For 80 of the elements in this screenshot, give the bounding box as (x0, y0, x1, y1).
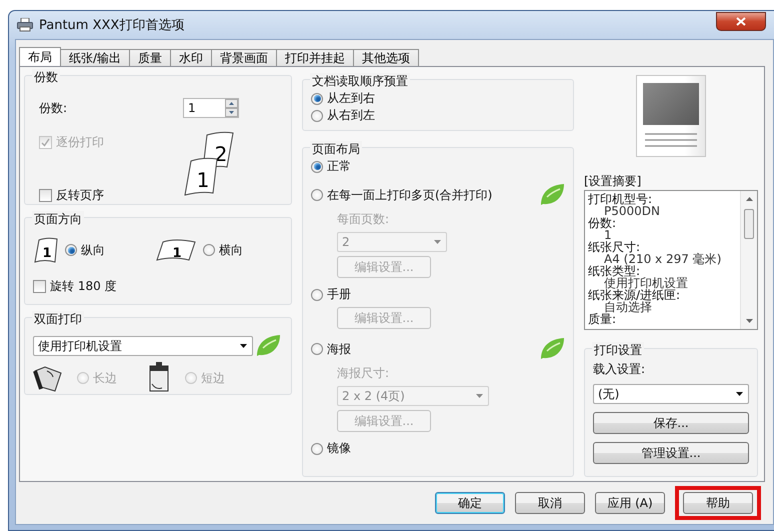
radio-circle[interactable] (311, 343, 323, 355)
group-title: 打印设置 (592, 342, 644, 359)
radio-circle[interactable] (311, 288, 323, 300)
close-button[interactable] (716, 12, 766, 30)
summary-value: P5000DN (604, 205, 661, 217)
scroll-thumb[interactable] (744, 209, 754, 239)
window-title: Pantum XXX打印首选项 (39, 17, 186, 34)
summary-value: 1 (604, 229, 612, 241)
portrait-radio[interactable]: 纵向 (65, 242, 105, 258)
text-lines-icon (643, 131, 699, 149)
settings-button[interactable]: 管理设置... (593, 442, 749, 464)
dialog-button[interactable]: 帮助 (683, 492, 753, 514)
summary-key: 纸张来源/进纸匣: (588, 289, 737, 301)
layout-radio[interactable]: 正常 (311, 158, 351, 175)
printer-icon (17, 18, 33, 32)
group-title: 页面布局 (310, 141, 362, 158)
caret-icon (736, 392, 743, 396)
landscape-radio[interactable]: 横向 (203, 242, 243, 258)
radio-circle[interactable] (311, 160, 323, 172)
radio-circle[interactable] (311, 92, 323, 104)
scroll-down-icon[interactable] (746, 319, 752, 323)
summary-key: 纸张尺寸: (588, 241, 737, 253)
summary-value: 使用打印机设置 (604, 277, 689, 289)
tab[interactable]: 纸张/输出 (60, 49, 130, 66)
radio-circle[interactable] (203, 244, 215, 256)
setting-label: 海报尺寸: (337, 365, 390, 382)
layout-radio[interactable]: 海报 (311, 340, 351, 358)
leaf-icon (255, 334, 281, 358)
summary-key: 纸张类型: (588, 265, 737, 277)
summary-value: A4 (210 x 297 毫米) (604, 253, 722, 265)
dialog-button[interactable]: 确定 (435, 492, 505, 514)
copies-label: 份数: (39, 100, 68, 116)
radio-circle[interactable] (311, 189, 323, 201)
tab[interactable]: 打印并挂起 (276, 49, 354, 66)
summary-key: 份数: (588, 217, 737, 229)
scroll-up-icon[interactable] (746, 197, 752, 201)
summary-key: 质量: (588, 313, 737, 325)
summary-value: 自动选择 (604, 301, 652, 313)
caret-icon (476, 394, 483, 398)
scrollbar[interactable] (740, 191, 757, 329)
group-title: 文档读取顺序预置 (310, 73, 410, 90)
settings-button[interactable]: 保存... (593, 412, 749, 434)
page-number: 1 (42, 246, 52, 261)
dialog-button[interactable]: 应用 (A) (595, 492, 665, 514)
collate-pages-drawing: 2 1 (183, 130, 243, 196)
copies-spinner[interactable]: 1 (183, 98, 239, 118)
summary-title: [设置摘要] (584, 173, 642, 190)
reverse-order-checkbox[interactable]: 反转页序 (39, 187, 104, 204)
radio-circle[interactable] (311, 442, 323, 454)
load-settings-dropdown[interactable]: (无) (593, 384, 749, 404)
photo-placeholder (643, 83, 699, 125)
summary-key: 打印机型号: (588, 193, 737, 205)
group-title: 页面方向 (32, 211, 84, 228)
group-title: 双面打印 (32, 311, 84, 328)
rotate-checkbox[interactable]: 旋转 180 度 (33, 278, 117, 295)
tab[interactable]: 其他选项 (353, 49, 420, 66)
caret-icon (434, 240, 441, 244)
page-number: 1 (172, 246, 182, 261)
leaf-icon (539, 183, 565, 207)
group-title: 份数 (32, 69, 60, 86)
setting-label: 每面页数: (337, 211, 390, 228)
leaf-icon (539, 337, 565, 361)
load-settings-label: 载入设置: (593, 361, 646, 378)
read-order-radio[interactable]: 从右到左 (311, 107, 375, 124)
read-order-radio[interactable]: 从左到右 (311, 90, 375, 107)
layout-radio[interactable]: 镜像 (311, 440, 351, 457)
spinner-arrows-icon (225, 99, 238, 117)
checkmark-icon (41, 138, 50, 147)
layout-radio[interactable]: 在每一面上打印多页(合并打印) (311, 186, 492, 204)
radio-circle[interactable] (311, 110, 323, 122)
tab[interactable]: 布局 (19, 47, 61, 66)
tab[interactable]: 水印 (170, 49, 212, 66)
tab[interactable]: 背景画面 (211, 49, 278, 66)
layout-radio[interactable]: 手册 (311, 286, 351, 303)
radio-circle[interactable] (65, 244, 77, 256)
caret-icon (240, 344, 247, 348)
close-icon (736, 16, 746, 26)
tab[interactable]: 质量 (129, 49, 172, 66)
dialog-button[interactable]: 取消 (515, 492, 585, 514)
duplex-dropdown[interactable]: 使用打印机设置 (33, 336, 253, 356)
